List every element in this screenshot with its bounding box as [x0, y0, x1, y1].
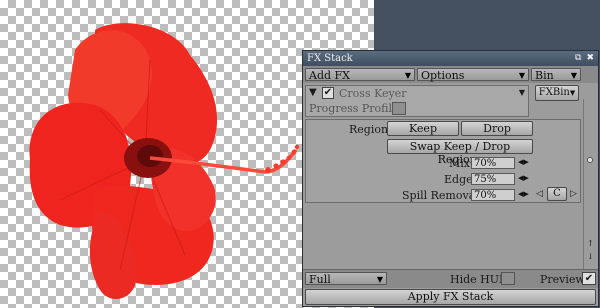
next-keyframe-icon[interactable]: ▷: [570, 189, 577, 199]
enable-checkbox[interactable]: ✔: [322, 87, 334, 99]
c-label: C: [553, 188, 561, 199]
close-icon[interactable]: ✖: [586, 51, 594, 66]
mix-stepper-icon[interactable]: ◀▶: [518, 158, 529, 166]
chevron-down-icon: ▼: [376, 275, 383, 284]
swap-regions-button[interactable]: Swap Keep / Drop Regions: [387, 139, 533, 166]
effect-header: ▼ ✔ Cross Keyer ▼ Progress Profile: [305, 85, 529, 117]
fxbin-button[interactable]: FXBin▼: [535, 85, 579, 101]
spill-stepper-icon[interactable]: ◀▶: [518, 190, 529, 198]
mix-value: 70%: [474, 158, 497, 169]
keep-label: Keep: [409, 122, 437, 135]
hide-hud-label: Hide HUD: [450, 273, 508, 286]
resolution-menu[interactable]: Full ▼: [305, 272, 387, 286]
spill-removal-value: 70%: [474, 190, 497, 201]
bin-label: Bin: [535, 69, 554, 82]
edge-field[interactable]: 75%: [471, 173, 515, 185]
add-fx-menu[interactable]: Add FX ▼: [305, 68, 415, 82]
edge-value: 75%: [474, 174, 497, 185]
options-menu[interactable]: Options ▼: [417, 68, 529, 82]
chevron-down-icon: ▼: [518, 71, 525, 80]
vertical-scrollbar[interactable]: ↑ ↓: [583, 99, 597, 269]
scroll-up-icon[interactable]: ↑: [587, 239, 594, 248]
collapse-triangle-icon[interactable]: ▼: [309, 87, 317, 98]
chevron-down-icon[interactable]: ▼: [519, 88, 525, 97]
panel-titlebar[interactable]: FX Stack ⧉ ✖: [303, 51, 598, 66]
prev-keyframe-icon[interactable]: ◁: [536, 189, 543, 199]
region-label: Region: [349, 123, 389, 136]
edge-stepper-icon[interactable]: ◀▶: [518, 174, 529, 182]
chevron-down-icon: ▼: [569, 89, 576, 97]
mix-label: Mix: [449, 157, 470, 170]
effect-name: Cross Keyer: [339, 87, 407, 100]
drop-label: Drop: [483, 122, 511, 135]
keep-button[interactable]: Keep: [387, 121, 459, 136]
scroll-thumb[interactable]: [587, 157, 593, 163]
restore-icon[interactable]: ⧉: [575, 51, 581, 66]
chevron-down-icon: ▼: [570, 71, 577, 80]
mix-field[interactable]: 70%: [471, 157, 515, 169]
fxbin-label: FXBin: [538, 87, 570, 98]
preview-label: Preview: [540, 273, 585, 286]
panel-title: FX Stack: [307, 53, 353, 64]
fx-stack-panel: FX Stack ⧉ ✖ Add FX ▼ Options ▼ Bin ▼ ▼ …: [302, 50, 599, 307]
hide-hud-toggle[interactable]: [501, 272, 515, 285]
preview-checkbox[interactable]: ✔: [582, 272, 596, 285]
c-button[interactable]: C: [547, 187, 567, 201]
progress-profile-label: Progress Profile: [309, 102, 399, 115]
chevron-down-icon: ▼: [404, 71, 411, 80]
spill-removal-label: Spill Removal: [402, 189, 479, 202]
edge-label: Edge: [444, 173, 473, 186]
menubar: Add FX ▼ Options ▼ Bin ▼: [303, 66, 598, 83]
add-fx-label: Add FX: [309, 69, 350, 82]
apply-fx-stack-label: Apply FX Stack: [407, 290, 494, 303]
progress-profile-toggle[interactable]: [392, 102, 406, 115]
apply-fx-stack-button[interactable]: Apply FX Stack: [305, 289, 596, 305]
spill-removal-field[interactable]: 70%: [471, 189, 515, 201]
options-label: Options: [421, 69, 465, 82]
resolution-label: Full: [309, 273, 331, 286]
drop-button[interactable]: Drop: [461, 121, 533, 136]
scroll-down-icon[interactable]: ↓: [587, 252, 594, 261]
footer-bar: Full ▼ Hide HUD Preview ✔: [303, 269, 598, 288]
bin-menu[interactable]: Bin ▼: [531, 68, 581, 82]
